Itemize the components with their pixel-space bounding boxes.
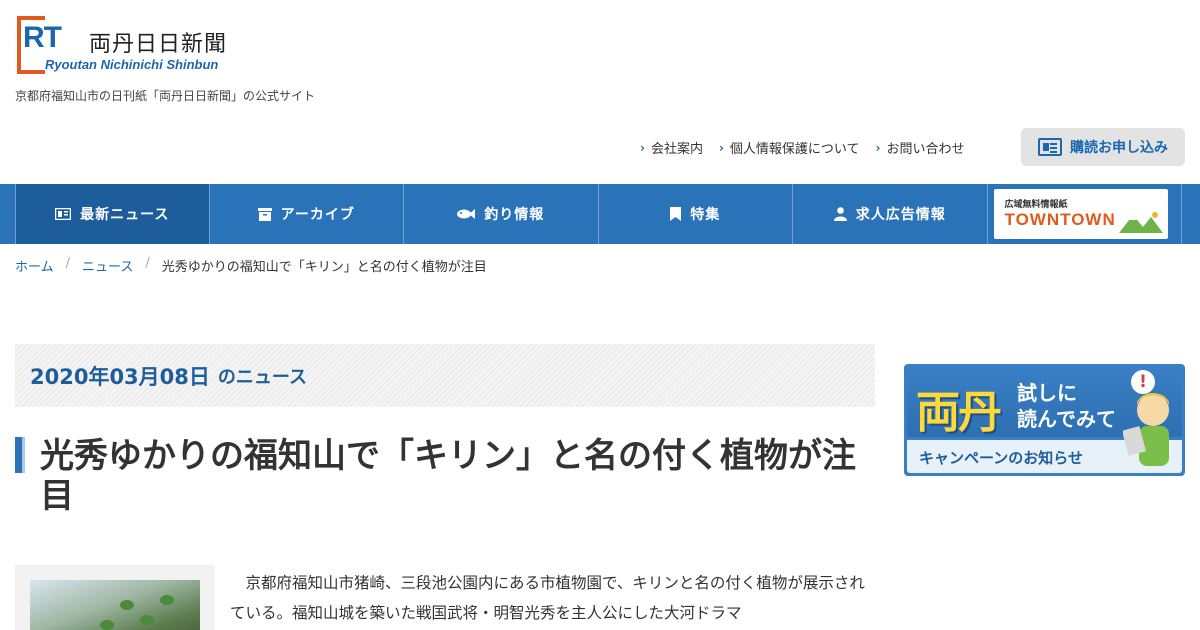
nav-item-job-ads[interactable]: 求人広告情報: [793, 184, 988, 244]
logo-mark-text: RT: [23, 21, 62, 54]
subscribe-label: 購読お申し込み: [1070, 140, 1168, 156]
company-info-link[interactable]: › 会社案内: [640, 138, 703, 158]
site-tagline: 京都府福知山市の日刊紙「両丹日日新聞」の公式サイト: [15, 89, 316, 103]
privacy-policy-link[interactable]: › 個人情報保護について: [718, 138, 860, 158]
nav-label: アーカイブ: [280, 207, 355, 223]
chevron-right-icon: ›: [640, 140, 645, 155]
article-body: 京都府福知山市猪崎、三段池公園内にある市植物園で、キリンと名の付く植物が展示され…: [230, 574, 865, 622]
link-label: お問い合わせ: [886, 142, 965, 157]
breadcrumb-current: 光秀ゆかりの福知山で「キリン」と名の付く植物が注目: [161, 260, 487, 275]
title-accent-bar: [15, 437, 25, 473]
newspaper-icon: [55, 208, 72, 220]
breadcrumb-home[interactable]: ホーム: [15, 256, 54, 275]
nav-item-features[interactable]: 特集: [599, 184, 793, 244]
breadcrumb-separator: /: [145, 256, 150, 271]
reader-character-icon: [1123, 393, 1169, 466]
towntown-banner[interactable]: 広域無料情報紙 TOWNTOWN: [993, 189, 1168, 239]
bookmark-icon: [670, 207, 682, 221]
breadcrumb: ホーム / ニュース / 光秀ゆかりの福知山で「キリン」と名の付く植物が注目: [15, 256, 487, 275]
mountain-icon: [1118, 212, 1163, 233]
nav-item-fishing[interactable]: 釣り情報: [404, 184, 599, 244]
photo-leaf-shape: [140, 615, 154, 625]
archive-box-icon: [257, 207, 272, 221]
subscribe-button[interactable]: 購読お申し込み: [1021, 128, 1185, 166]
photo-leaf-shape: [100, 620, 114, 630]
fish-icon: [457, 209, 476, 219]
article-photo-frame: [15, 565, 215, 630]
utility-links: › 会社案内 › 個人情報保護について › お問い合わせ: [640, 138, 965, 158]
nav-divider: [1180, 184, 1182, 244]
nav-label: 特集: [690, 207, 721, 223]
news-date-suffix: のニュース: [217, 366, 308, 388]
chevron-right-icon: ›: [875, 140, 881, 155]
banner-headline-2: 読んでみて: [1017, 407, 1116, 431]
person-icon: [833, 207, 847, 221]
logo-title-en: Ryoutan Nichinichi Shinbun: [45, 57, 219, 72]
nav-label: 最新ニュース: [80, 207, 170, 223]
logo-title-jp: 両丹日日新聞: [89, 32, 228, 57]
breadcrumb-news[interactable]: ニュース: [82, 256, 133, 275]
photo-leaf-shape: [160, 595, 174, 605]
banner-brand: 両丹: [916, 387, 1002, 438]
article-title: 光秀ゆかりの福知山で「キリン」と名の付く植物が注目: [40, 436, 856, 516]
chevron-right-icon: ›: [718, 140, 724, 155]
banner-cta: キャンペーンのお知らせ: [919, 449, 1083, 467]
towntown-title: TOWNTOWN: [1004, 210, 1116, 229]
photo-leaf-shape: [120, 600, 134, 610]
banner-headline-1: 試しに: [1017, 381, 1077, 405]
towntown-subtitle: 広域無料情報紙: [1004, 200, 1068, 210]
contact-link[interactable]: › お問い合わせ: [875, 138, 965, 158]
nav-label: 釣り情報: [484, 207, 545, 223]
link-label: 会社案内: [650, 142, 703, 157]
article-photo[interactable]: [30, 580, 200, 630]
nav-item-archive[interactable]: アーカイブ: [210, 184, 404, 244]
news-date: 2020年03月08日: [30, 364, 210, 389]
nav-label: 求人広告情報: [855, 207, 946, 223]
breadcrumb-separator: /: [65, 256, 71, 271]
news-date-heading: 2020年03月08日 のニュース: [15, 344, 875, 407]
trial-campaign-banner[interactable]: 両丹 試しに 読んでみて キャンペーンのお知らせ !: [904, 364, 1185, 476]
link-label: 個人情報保護について: [729, 142, 860, 157]
newspaper-icon: [1038, 138, 1062, 156]
main-nav: 最新ニュース アーカイブ 釣り情報 特集 求人広告情報 広域無料情報紙 TOWN…: [0, 184, 1200, 244]
site-logo[interactable]: RT 両丹日日新聞 Ryoutan Nichinichi Shinbun: [15, 16, 226, 74]
nav-item-latest-news[interactable]: 最新ニュース: [15, 184, 210, 244]
